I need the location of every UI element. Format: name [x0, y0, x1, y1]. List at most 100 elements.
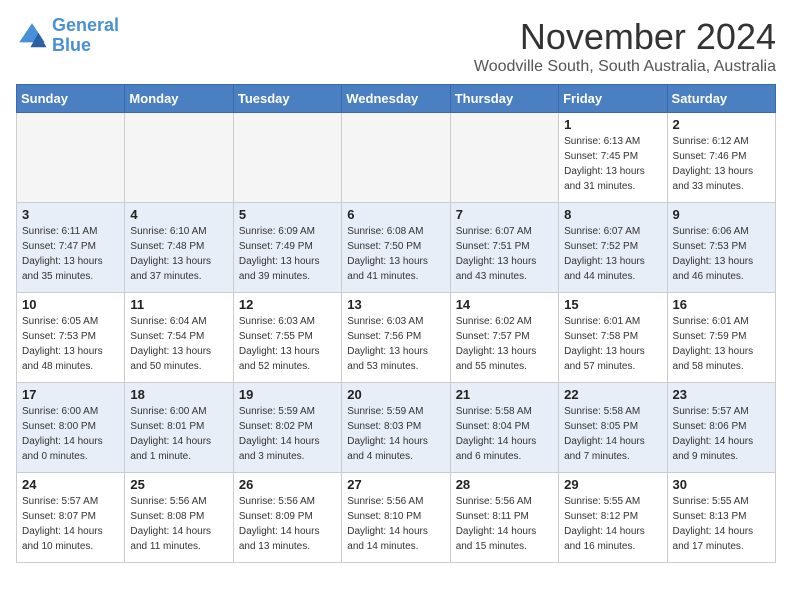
page-header: General Blue November 2024 Woodville Sou…: [16, 16, 776, 76]
day-number: 13: [347, 297, 444, 312]
day-number: 12: [239, 297, 336, 312]
header-thursday: Thursday: [450, 85, 558, 113]
day-info: Sunrise: 6:02 AM Sunset: 7:57 PM Dayligh…: [456, 314, 553, 374]
day-number: 24: [22, 477, 119, 492]
calendar-cell: 16 Sunrise: 6:01 AM Sunset: 7:59 PM Dayli…: [667, 293, 775, 383]
calendar-row: 10Sunrise: 6:05 AM Sunset: 7:53 PM Dayli…: [17, 293, 776, 383]
day-number: 7: [456, 207, 553, 222]
day-number: 16: [673, 297, 770, 312]
calendar-cell: [342, 113, 450, 203]
calendar-cell: 15 Sunrise: 6:01 AM Sunset: 7:58 PM Dayli…: [559, 293, 667, 383]
day-number: 6: [347, 207, 444, 222]
calendar-row: 1 Sunrise: 6:13 AM Sunset: 7:45 PM Daylig…: [17, 113, 776, 203]
day-number: 21: [456, 387, 553, 402]
calendar-cell: 27 Sunrise: 5:56 AM Sunset: 8:10 PM Dayli…: [342, 473, 450, 563]
day-info: Sunrise: 6:00 AM Sunset: 8:01 PM Dayligh…: [130, 404, 227, 464]
calendar-cell: 5 Sunrise: 6:09 AM Sunset: 7:49 PM Daylig…: [233, 203, 341, 293]
calendar-cell: 7 Sunrise: 6:07 AM Sunset: 7:51 PM Daylig…: [450, 203, 558, 293]
calendar-cell: 1 Sunrise: 6:13 AM Sunset: 7:45 PM Daylig…: [559, 113, 667, 203]
day-info: Sunrise: 6:13 AM Sunset: 7:45 PM Dayligh…: [564, 134, 661, 194]
header-tuesday: Tuesday: [233, 85, 341, 113]
day-info: Sunrise: 6:07 AM Sunset: 7:51 PM Dayligh…: [456, 224, 553, 284]
logo-text: General Blue: [52, 16, 119, 56]
calendar-cell: 29Sunrise: 5:55 AM Sunset: 8:12 PM Dayli…: [559, 473, 667, 563]
calendar-cell: 4 Sunrise: 6:10 AM Sunset: 7:48 PM Daylig…: [125, 203, 233, 293]
day-info: Sunrise: 5:56 AM Sunset: 8:11 PM Dayligh…: [456, 494, 553, 554]
calendar-cell: 9Sunrise: 6:06 AM Sunset: 7:53 PM Daylig…: [667, 203, 775, 293]
day-info: Sunrise: 6:01 AM Sunset: 7:59 PM Dayligh…: [673, 314, 770, 374]
calendar-cell: 18Sunrise: 6:00 AM Sunset: 8:01 PM Dayli…: [125, 383, 233, 473]
day-number: 8: [564, 207, 661, 222]
header-wednesday: Wednesday: [342, 85, 450, 113]
logo-icon: [16, 20, 48, 52]
day-info: Sunrise: 6:09 AM Sunset: 7:49 PM Dayligh…: [239, 224, 336, 284]
calendar-row: 24 Sunrise: 5:57 AM Sunset: 8:07 PM Dayli…: [17, 473, 776, 563]
day-info: Sunrise: 6:03 AM Sunset: 7:55 PM Dayligh…: [239, 314, 336, 374]
day-number: 25: [130, 477, 227, 492]
day-info: Sunrise: 6:01 AM Sunset: 7:58 PM Dayligh…: [564, 314, 661, 374]
day-number: 20: [347, 387, 444, 402]
calendar-cell: 3Sunrise: 6:11 AM Sunset: 7:47 PM Daylig…: [17, 203, 125, 293]
calendar-cell: 24 Sunrise: 5:57 AM Sunset: 8:07 PM Dayli…: [17, 473, 125, 563]
day-info: Sunrise: 5:59 AM Sunset: 8:02 PM Dayligh…: [239, 404, 336, 464]
day-number: 10: [22, 297, 119, 312]
day-info: Sunrise: 5:58 AM Sunset: 8:05 PM Dayligh…: [564, 404, 661, 464]
day-number: 19: [239, 387, 336, 402]
calendar-cell: 10Sunrise: 6:05 AM Sunset: 7:53 PM Dayli…: [17, 293, 125, 383]
day-number: 5: [239, 207, 336, 222]
calendar-cell: [450, 113, 558, 203]
calendar-cell: 20 Sunrise: 5:59 AM Sunset: 8:03 PM Dayli…: [342, 383, 450, 473]
day-number: 15: [564, 297, 661, 312]
day-info: Sunrise: 6:12 AM Sunset: 7:46 PM Dayligh…: [673, 134, 770, 194]
logo-line2: Blue: [52, 35, 91, 55]
calendar-cell: 13 Sunrise: 6:03 AM Sunset: 7:56 PM Dayli…: [342, 293, 450, 383]
calendar-cell: 21 Sunrise: 5:58 AM Sunset: 8:04 PM Dayli…: [450, 383, 558, 473]
calendar-cell: 22 Sunrise: 5:58 AM Sunset: 8:05 PM Dayli…: [559, 383, 667, 473]
day-number: 17: [22, 387, 119, 402]
day-info: Sunrise: 5:58 AM Sunset: 8:04 PM Dayligh…: [456, 404, 553, 464]
title-block: November 2024 Woodville South, South Aus…: [474, 16, 776, 76]
header-saturday: Saturday: [667, 85, 775, 113]
day-info: Sunrise: 5:56 AM Sunset: 8:09 PM Dayligh…: [239, 494, 336, 554]
month-title: November 2024: [474, 16, 776, 58]
day-number: 23: [673, 387, 770, 402]
day-number: 11: [130, 297, 227, 312]
day-info: Sunrise: 5:59 AM Sunset: 8:03 PM Dayligh…: [347, 404, 444, 464]
day-info: Sunrise: 6:08 AM Sunset: 7:50 PM Dayligh…: [347, 224, 444, 284]
day-info: Sunrise: 5:56 AM Sunset: 8:10 PM Dayligh…: [347, 494, 444, 554]
calendar-cell: 2 Sunrise: 6:12 AM Sunset: 7:46 PM Daylig…: [667, 113, 775, 203]
day-number: 4: [130, 207, 227, 222]
day-number: 30: [673, 477, 770, 492]
calendar-cell: 28 Sunrise: 5:56 AM Sunset: 8:11 PM Dayli…: [450, 473, 558, 563]
header-friday: Friday: [559, 85, 667, 113]
calendar-cell: 19 Sunrise: 5:59 AM Sunset: 8:02 PM Dayli…: [233, 383, 341, 473]
calendar-table: SundayMondayTuesdayWednesdayThursdayFrid…: [16, 84, 776, 563]
logo: General Blue: [16, 16, 119, 56]
day-info: Sunrise: 6:10 AM Sunset: 7:48 PM Dayligh…: [130, 224, 227, 284]
calendar-cell: 25Sunrise: 5:56 AM Sunset: 8:08 PM Dayli…: [125, 473, 233, 563]
day-number: 1: [564, 117, 661, 132]
day-info: Sunrise: 6:07 AM Sunset: 7:52 PM Dayligh…: [564, 224, 661, 284]
calendar-cell: 26 Sunrise: 5:56 AM Sunset: 8:09 PM Dayli…: [233, 473, 341, 563]
day-info: Sunrise: 6:03 AM Sunset: 7:56 PM Dayligh…: [347, 314, 444, 374]
day-number: 28: [456, 477, 553, 492]
day-number: 27: [347, 477, 444, 492]
calendar-cell: 12 Sunrise: 6:03 AM Sunset: 7:55 PM Dayli…: [233, 293, 341, 383]
day-number: 9: [673, 207, 770, 222]
day-number: 2: [673, 117, 770, 132]
calendar-row: 17 Sunrise: 6:00 AM Sunset: 8:00 PM Dayli…: [17, 383, 776, 473]
day-number: 3: [22, 207, 119, 222]
calendar-header: SundayMondayTuesdayWednesdayThursdayFrid…: [17, 85, 776, 113]
day-info: Sunrise: 5:57 AM Sunset: 8:07 PM Dayligh…: [22, 494, 119, 554]
day-info: Sunrise: 6:00 AM Sunset: 8:00 PM Dayligh…: [22, 404, 119, 464]
calendar-cell: [17, 113, 125, 203]
day-number: 29: [564, 477, 661, 492]
calendar-cell: 30Sunrise: 5:55 AM Sunset: 8:13 PM Dayli…: [667, 473, 775, 563]
header-sunday: Sunday: [17, 85, 125, 113]
day-number: 26: [239, 477, 336, 492]
calendar-body: 1 Sunrise: 6:13 AM Sunset: 7:45 PM Daylig…: [17, 113, 776, 563]
day-number: 22: [564, 387, 661, 402]
day-info: Sunrise: 5:57 AM Sunset: 8:06 PM Dayligh…: [673, 404, 770, 464]
calendar-cell: 17 Sunrise: 6:00 AM Sunset: 8:00 PM Dayli…: [17, 383, 125, 473]
calendar-cell: 11Sunrise: 6:04 AM Sunset: 7:54 PM Dayli…: [125, 293, 233, 383]
